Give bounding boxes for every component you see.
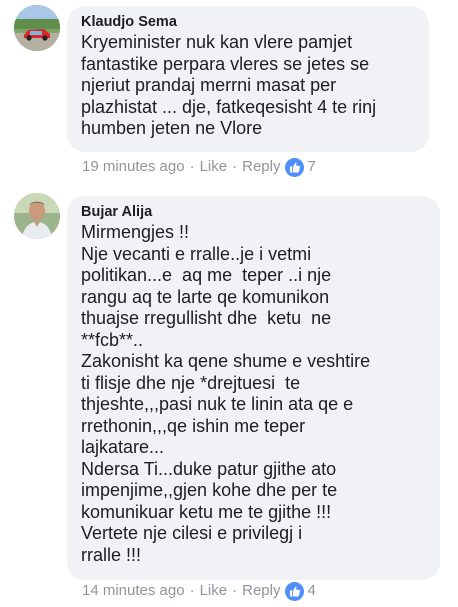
comment-timestamp[interactable]: 14 minutes ago: [82, 581, 185, 601]
reaction-count[interactable]: 7: [307, 157, 315, 177]
comment-text-line: rralle !!!: [81, 544, 142, 565]
thumbs-up-icon[interactable]: [285, 581, 305, 601]
comment-meta: 14 minutes ago · Like · Reply 4: [82, 581, 316, 601]
comment-text-line: komunikuar ketu me te gjithe !!!: [81, 501, 332, 522]
comment-text-line: lajkatare...: [81, 437, 165, 457]
separator-dot: ·: [232, 158, 238, 175]
comment-bubble: Klaudjo Sema Kryeminister nuk kan vlere …: [67, 6, 429, 152]
comment-bubble: Bujar Alija Mirmengjes !! Nje vecanti e …: [67, 196, 440, 580]
comment-text-line: Zakonisht ka qene shume e veshtire: [81, 351, 371, 371]
comment-text-line: humben jeten ne Vlore: [81, 118, 263, 138]
comment-author[interactable]: Klaudjo Sema: [81, 13, 415, 31]
comment-text-line: Ndersa Ti...duke patur gjithe ato: [81, 458, 337, 479]
separator-dot: ·: [232, 582, 238, 599]
comment-text-line: plazhistat ... dje, fatkeqesisht 4 te ri…: [81, 96, 377, 117]
comment-timestamp[interactable]: 19 minutes ago: [82, 157, 185, 177]
comment-text-line: ti flisje dhe nje *drejtuesi te: [81, 372, 301, 393]
separator-dot: ·: [189, 158, 195, 175]
reply-link[interactable]: Reply: [242, 581, 280, 601]
avatar[interactable]: [14, 5, 60, 51]
comment-text-line: rrethonin,,,qe ishin me teper: [81, 415, 306, 436]
separator-dot: ·: [189, 582, 195, 599]
thumbs-up-icon[interactable]: [285, 157, 305, 177]
comment-text-line: impenjime,,gjen kohe dhe per te: [81, 480, 338, 500]
comment-text-line: Nje vecanti e rralle..je i vetmi: [81, 243, 312, 264]
comment-meta: 19 minutes ago · Like · Reply 7: [82, 157, 316, 177]
comment-text-line: Vertete nje cilesi e privilegj i: [81, 523, 303, 543]
reply-link[interactable]: Reply: [242, 157, 280, 177]
comment-text-line: Kryeminister nuk kan vlere pamjet: [81, 32, 353, 52]
comment-text-line: rangu aq te larte qe komunikon: [81, 286, 330, 307]
comment-text-line: **fcb**..: [81, 329, 144, 350]
comment-text-line: Mirmengjes !!: [81, 222, 190, 242]
comment-text-line: thuajse rregullisht dhe ketu ne: [81, 308, 332, 328]
like-link[interactable]: Like: [200, 581, 228, 601]
reaction-count[interactable]: 4: [307, 581, 315, 601]
comment-text-line: njeriut prandaj merrni masat per: [81, 75, 337, 95]
avatar[interactable]: [14, 193, 60, 239]
comment-author[interactable]: Bujar Alija: [81, 203, 426, 221]
like-link[interactable]: Like: [200, 157, 228, 177]
comment-text-line: politikan...e aq me teper ..i nje: [81, 265, 332, 285]
comment-text-line: fantastike perpara vleres se jetes se: [81, 53, 370, 74]
comment-text-line: thjeshte,,,pasi nuk te linin ata qe e: [81, 394, 354, 414]
